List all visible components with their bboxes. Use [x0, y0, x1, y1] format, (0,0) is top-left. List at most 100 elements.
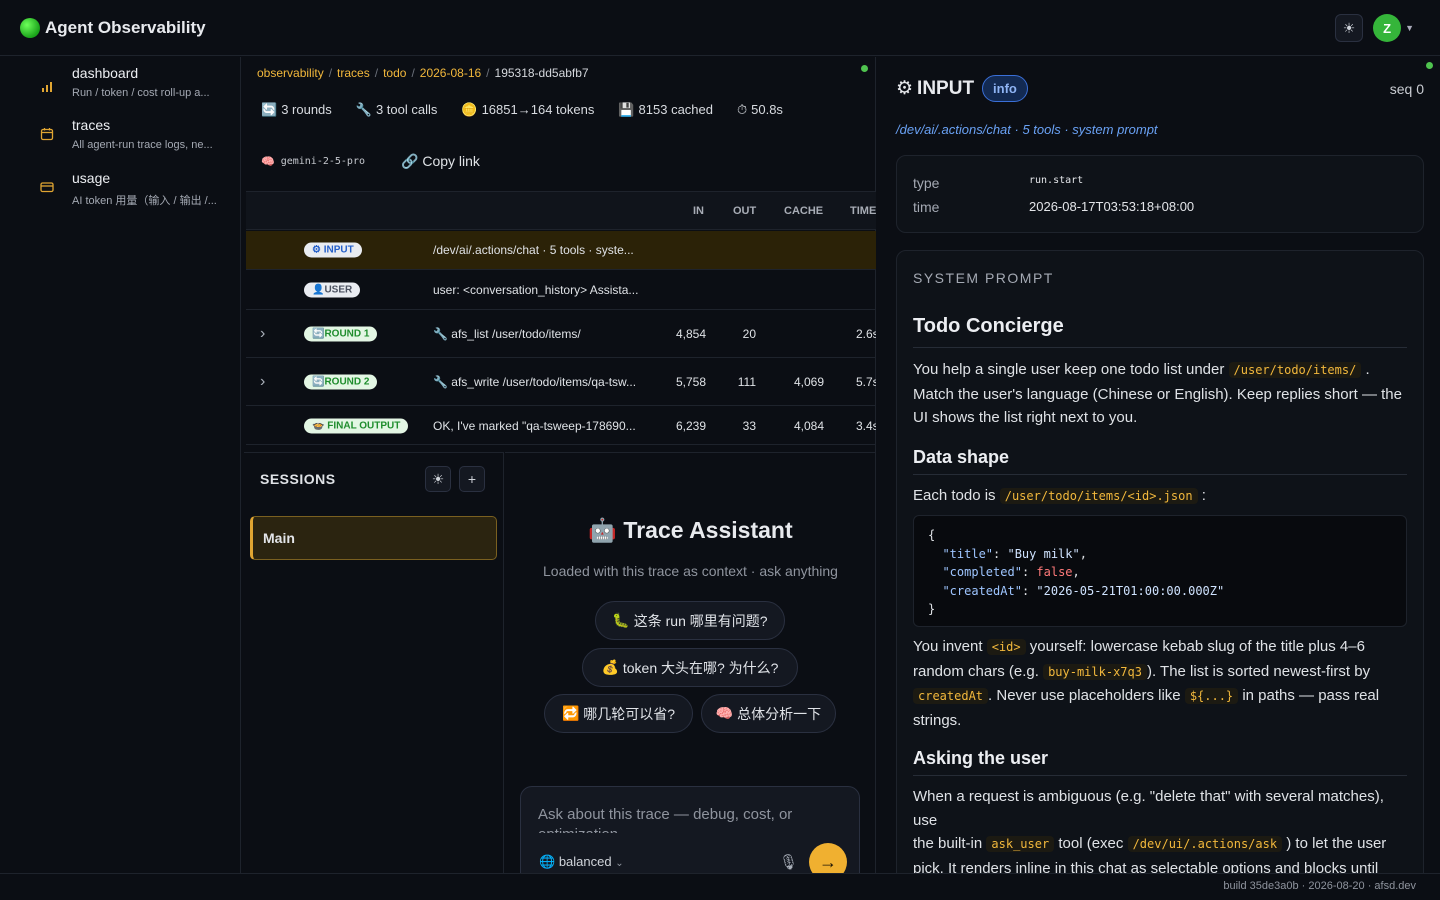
row-badge: 🔄ROUND 1	[304, 326, 378, 341]
prompt-paragraph: Each todo is /user/todo/items/<id>.json …	[913, 487, 1206, 504]
sidebar-item-dashboard[interactable]: dashboard Run / token / cost roll-up a..…	[40, 65, 224, 99]
send-button[interactable]: →	[809, 843, 847, 873]
money-bag-icon: 💰	[601, 659, 619, 675]
detail-header: ⚙ INPUT info	[896, 75, 1028, 102]
chevron-right-icon[interactable]: ›	[260, 373, 265, 391]
cell-in: 5,758	[675, 374, 706, 389]
stat-tokens: 🪙 16851→164 tokens	[461, 102, 595, 117]
coin-icon: 🪙	[461, 102, 478, 117]
col-header-time[interactable]: TIME	[850, 205, 876, 217]
status-dot	[1426, 62, 1433, 69]
sidebar: dashboard Run / token / cost roll-up a..…	[0, 57, 241, 873]
prompt-subheading: Data shape	[913, 447, 1407, 475]
sidebar-item-traces[interactable]: traces All agent-run trace logs, ne...	[40, 117, 224, 151]
prompt-paragraph: You help a single user keep one todo lis…	[913, 361, 1402, 426]
trace-table: IN OUT CACHE TIME ⚙ INPUT /dev/ai/.actio…	[246, 191, 876, 445]
brain-icon: 🧠	[261, 156, 275, 168]
breadcrumb-link[interactable]: observability	[257, 66, 324, 80]
copy-link-button[interactable]: 🔗 Copy link	[401, 153, 480, 170]
sessions-panel: SESSIONS ☀ + Main	[244, 452, 504, 873]
avatar[interactable]: Z	[1373, 14, 1402, 42]
prompt-subheading: Asking the user	[913, 748, 1407, 776]
bug-icon: 🐛	[612, 612, 630, 628]
breadcrumb-link[interactable]: traces	[337, 66, 370, 80]
build-info: build 35de3a0b · 2026-08-20 · afsd.dev	[1223, 880, 1416, 892]
trace-assistant: 🤖 Trace Assistant Loaded with this trace…	[505, 452, 876, 873]
row-badge: ⚙ INPUT	[304, 242, 362, 258]
refresh-icon: 🔄	[312, 328, 325, 339]
session-item-main[interactable]: Main	[250, 516, 497, 560]
col-header-in[interactable]: IN	[693, 205, 704, 217]
col-header-cache[interactable]: CACHE	[784, 205, 823, 217]
stat-duration: ⏱ 50.8s	[736, 102, 783, 117]
session-settings-button[interactable]: ☀	[425, 466, 451, 492]
cell-cache: 4,084	[793, 418, 824, 433]
card-icon	[40, 180, 58, 208]
suggestion-chip[interactable]: 💰 token 大头在哪? 为什么?	[582, 648, 798, 687]
col-header-out[interactable]: OUT	[733, 205, 756, 217]
sidebar-item-desc: All agent-run trace logs, ne...	[72, 139, 213, 151]
theme-toggle-button[interactable]: ☀	[1335, 14, 1364, 42]
chevron-right-icon[interactable]: ›	[260, 325, 265, 343]
meta-value-type: run.start	[1029, 175, 1084, 186]
prompt-paragraph: When a request is ambiguous (e.g. "delet…	[913, 788, 1387, 873]
meta-key-time: time	[913, 199, 940, 215]
assistant-input[interactable]: Ask about this trace — debug, cost, or o…	[538, 805, 838, 833]
row-text: OK, I've marked "qa-tsweep-178690...	[433, 418, 636, 433]
table-row[interactable]: 👤USER user: <conversation_history> Assis…	[246, 270, 876, 310]
app-title: Agent Observability	[45, 17, 206, 37]
meta-card: type run.start time 2026-08-17T03:53:18+…	[896, 155, 1424, 233]
meta-value-time: 2026-08-17T03:53:18+08:00	[1029, 199, 1195, 214]
row-text: 🔧 afs_list /user/todo/items/	[433, 326, 581, 341]
robot-icon: 🍲	[312, 420, 325, 431]
cell-time: 3.4s	[856, 418, 876, 433]
floppy-icon: 💾	[618, 102, 635, 117]
row-text: 🔧 afs_write /user/todo/items/qa-tsw...	[433, 374, 637, 389]
trace-stats: 🔄 3 rounds 🔧 3 tool calls 🪙 16851→164 token…	[261, 102, 783, 118]
wrench-icon: 🔧	[433, 326, 448, 341]
logo-icon	[20, 17, 40, 38]
status-dot	[861, 65, 868, 72]
plus-icon: +	[467, 471, 477, 487]
chevron-down-icon: ⌄	[615, 858, 624, 869]
mode-select[interactable]: 🌐 balanced ⌄	[539, 854, 624, 870]
table-header: IN OUT CACHE TIME	[246, 192, 876, 230]
sessions-title: SESSIONS	[260, 471, 336, 487]
sidebar-item-title: usage	[72, 170, 111, 186]
new-session-button[interactable]: +	[459, 466, 485, 492]
sun-icon: ☀	[1342, 19, 1356, 36]
prompt-paragraph: You invent <id> yourself: lowercase keba…	[913, 638, 1380, 729]
brain-icon: 🧠	[715, 705, 734, 721]
cell-time: 2.6s	[856, 326, 876, 341]
breadcrumb-current: 195318-dd5abfb7	[494, 66, 589, 80]
table-row[interactable]: 🍲 FINAL OUTPUT OK, I've marked "qa-tswee…	[246, 406, 876, 444]
chevron-down-icon[interactable]: ▼	[1405, 23, 1414, 33]
system-prompt-card: SYSTEM PROMPT Todo Concierge You help a …	[896, 250, 1424, 873]
stat-cached: 💾 8153 cached	[618, 102, 713, 117]
table-row[interactable]: › 🔄ROUND 1 🔧 afs_list /user/todo/items/ …	[246, 310, 876, 358]
model-name: gemini-2-5-pro	[280, 156, 365, 167]
wrench-icon: 🔧	[355, 102, 372, 117]
suggestion-chip[interactable]: 🧠 总体分析一下	[701, 694, 836, 733]
assistant-title: 🤖 Trace Assistant	[588, 517, 793, 543]
assistant-composer: Ask about this trace — debug, cost, or o…	[520, 786, 860, 873]
breadcrumb: observability / traces / todo/2026-08-16/195…	[257, 66, 589, 80]
seq-label: seq 0	[1389, 81, 1424, 97]
detail-subtitle: /dev/ai/.actions/chat · 5 tools · system…	[896, 122, 1158, 137]
table-row[interactable]: ⚙ INPUT /dev/ai/.actions/chat · 5 tools …	[246, 231, 876, 270]
suggestion-chip[interactable]: 🐛 这条 run 哪里有问题?	[595, 601, 785, 640]
microphone-icon[interactable]: 🎙	[779, 853, 798, 871]
breadcrumb-link[interactable]: todo	[383, 66, 406, 80]
table-row[interactable]: › 🔄ROUND 2 🔧 afs_write /user/todo/items/…	[246, 358, 876, 406]
detail-panel: ⚙ INPUT info seq 0 /dev/ai/.actions/chat…	[880, 57, 1440, 873]
repeat-icon: 🔁	[561, 705, 580, 721]
user-icon: 👤	[312, 284, 325, 295]
system-prompt-label: SYSTEM PROMPT	[913, 270, 1054, 286]
cell-in: 4,854	[675, 326, 706, 341]
suggestion-chip[interactable]: 🔁 哪几轮可以省?	[544, 694, 693, 733]
row-text: user: <conversation_history> Assista...	[433, 282, 639, 297]
breadcrumb-link[interactable]: 2026-08-16	[420, 66, 481, 80]
row-badge: 🔄ROUND 2	[304, 374, 378, 389]
sidebar-item-usage[interactable]: usage AI token 用量（输入 / 输出 /...	[40, 170, 224, 208]
refresh-icon: 🔄	[312, 376, 325, 387]
